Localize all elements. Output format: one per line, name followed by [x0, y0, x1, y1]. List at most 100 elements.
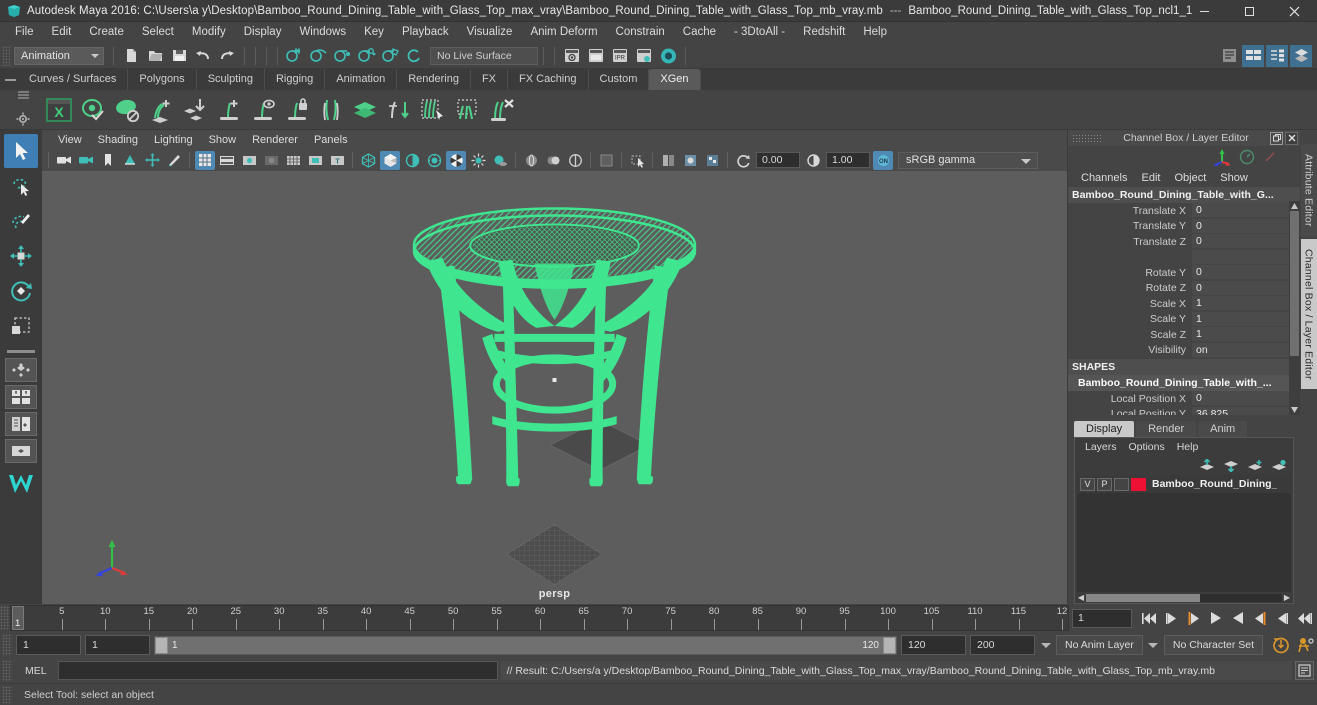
color-space-selector[interactable]: sRGB gamma — [898, 151, 1038, 169]
range-end-field[interactable]: 120 — [901, 635, 966, 655]
camera-attributes-icon[interactable] — [76, 151, 96, 170]
shelf-tab-fx[interactable]: FX — [470, 69, 509, 90]
menu-anim-deform[interactable]: Anim Deform — [521, 23, 606, 42]
close-button[interactable] — [1272, 0, 1317, 22]
new-scene-icon[interactable] — [120, 45, 142, 67]
move-layer-down-icon[interactable] — [1223, 459, 1239, 472]
command-input[interactable] — [57, 661, 498, 680]
single-pane-layout[interactable] — [5, 358, 37, 382]
menu-constrain[interactable]: Constrain — [607, 23, 674, 42]
layer-list[interactable]: V P Bamboo_Round_Dining_ — [1077, 475, 1291, 592]
tab-render[interactable]: Render — [1136, 421, 1197, 437]
xgen-move-guides-icon[interactable] — [382, 93, 416, 127]
shelf-tab-sculpting[interactable]: Sculpting — [196, 69, 265, 90]
range-slider-grip[interactable] — [2, 634, 12, 656]
render-sequence-icon[interactable] — [585, 45, 607, 67]
select-tool[interactable] — [4, 134, 38, 168]
viewport-menu-shading[interactable]: Shading — [90, 133, 146, 147]
render-current-frame-icon[interactable] — [561, 45, 583, 67]
xgen-delete-guide-icon[interactable] — [484, 93, 518, 127]
toggle-layer-editor-icon[interactable] — [1290, 44, 1312, 67]
scroll-left-arrow[interactable]: ◀ — [1076, 593, 1086, 602]
minimize-button[interactable] — [1182, 0, 1227, 22]
xgen-groom-brush-icon[interactable] — [416, 93, 450, 127]
persp-viewport[interactable]: persp — [42, 171, 1067, 604]
xgen-hide-preview-icon[interactable] — [110, 93, 144, 127]
shelf-menu-icon[interactable] — [2, 70, 18, 90]
xgen-select-guide-icon[interactable] — [246, 93, 280, 127]
smooth-shade-all-icon[interactable] — [380, 150, 400, 170]
channel-value[interactable]: 0 — [1192, 203, 1300, 219]
range-start-field[interactable]: 1 — [85, 635, 150, 655]
channel-value[interactable]: 0 — [1192, 280, 1300, 296]
redo-icon[interactable] — [216, 45, 238, 67]
channel-value[interactable]: 0 — [1192, 234, 1300, 250]
snap-to-point-icon[interactable] — [332, 45, 354, 67]
shelf-settings-icon[interactable] — [16, 112, 30, 129]
snap-to-view-plane-icon[interactable] — [380, 45, 402, 67]
field-chart-icon[interactable] — [283, 151, 303, 170]
layer-menu-options[interactable]: Options — [1123, 440, 1171, 454]
move-tool[interactable] — [4, 239, 38, 273]
safe-title-icon[interactable]: T — [327, 151, 347, 170]
shelf-tab-polygons[interactable]: Polygons — [128, 69, 197, 90]
go-to-start-icon[interactable] — [1139, 608, 1160, 629]
new-layer-icon[interactable] — [1247, 459, 1263, 472]
shelf-tab-fx-caching[interactable]: FX Caching — [508, 69, 589, 90]
viewport-menu-show[interactable]: Show — [201, 133, 245, 147]
xray-joints-icon[interactable] — [543, 151, 563, 170]
undo-icon[interactable] — [192, 45, 214, 67]
paint-select-tool[interactable] — [4, 204, 38, 238]
toggle-tool-settings-icon[interactable] — [1242, 44, 1264, 67]
render-settings-icon[interactable] — [633, 45, 655, 67]
menu-cache[interactable]: Cache — [674, 23, 725, 42]
select-camera-icon[interactable] — [54, 151, 74, 170]
xray-active-components-icon[interactable] — [565, 151, 585, 170]
channel-value[interactable]: 36.825 — [1192, 406, 1300, 415]
gate-mask-icon[interactable] — [261, 151, 281, 170]
character-set-selector[interactable]: No Character Set — [1163, 635, 1263, 655]
menu-playback[interactable]: Playback — [393, 23, 458, 42]
xgen-region-map-icon[interactable] — [450, 93, 484, 127]
shelf-tab-rigging[interactable]: Rigging — [264, 69, 326, 90]
layer-visibility-toggle[interactable]: V — [1080, 477, 1095, 491]
channel-box-body[interactable]: Bamboo_Round_Dining_Table_with_G... Tran… — [1068, 187, 1300, 415]
shelf-tab-xgen[interactable]: XGen — [649, 69, 701, 90]
red-marker-icon[interactable] — [1262, 149, 1278, 165]
lighting-icon[interactable] — [468, 151, 488, 170]
shadows-icon[interactable] — [490, 151, 510, 170]
layer-color-swatch[interactable] — [1131, 477, 1146, 491]
tab-display[interactable]: Display — [1074, 421, 1135, 437]
panel-grip[interactable] — [1072, 134, 1102, 142]
side-tab-attribute-editor[interactable]: Attribute Editor — [1300, 144, 1317, 237]
shelf-tab-rendering[interactable]: Rendering — [397, 69, 471, 90]
flat-shade-icon[interactable] — [424, 151, 444, 170]
two-d-pan-zoom-icon[interactable] — [142, 151, 162, 170]
current-frame-field[interactable]: 1 — [1072, 608, 1132, 628]
snap-to-projected-center-icon[interactable] — [356, 45, 378, 67]
current-time-indicator[interactable]: 1 — [12, 606, 24, 630]
layer-shading-toggle[interactable] — [1114, 477, 1129, 491]
channel-box-scrollbar[interactable] — [1289, 201, 1300, 415]
smooth-shade-selected-icon[interactable] — [402, 151, 422, 170]
script-editor-icon[interactable] — [1295, 661, 1314, 680]
cb-menu-show[interactable]: Show — [1213, 171, 1255, 185]
four-pane-layout[interactable] — [5, 385, 37, 409]
panel-close-icon[interactable] — [1285, 131, 1298, 145]
command-language-label[interactable]: MEL — [15, 665, 55, 677]
layer-menu-layers[interactable]: Layers — [1079, 440, 1123, 454]
cb-menu-object[interactable]: Object — [1167, 171, 1213, 185]
viewport-menu-renderer[interactable]: Renderer — [244, 133, 306, 147]
open-scene-icon[interactable] — [144, 45, 166, 67]
new-layer-from-selected-icon[interactable] — [1271, 459, 1287, 472]
viewport-menu-lighting[interactable]: Lighting — [146, 133, 201, 147]
hypershade-icon[interactable] — [657, 45, 679, 67]
grid-toggle-icon[interactable] — [195, 150, 215, 170]
viewport-menu-view[interactable]: View — [50, 133, 90, 147]
step-forward-frame-icon[interactable] — [1249, 608, 1270, 629]
menu-visualize[interactable]: Visualize — [458, 23, 522, 42]
anim-layer-chevron-down-icon[interactable] — [1039, 635, 1052, 655]
time-slider-track[interactable]: 1 5 10 15 20 25 30 35 40 45 50 55 60 65 70 75 80 85 90 95 1… — [10, 605, 1069, 631]
live-surface-field[interactable]: No Live Surface — [430, 46, 538, 65]
go-to-end-icon[interactable] — [1293, 608, 1314, 629]
